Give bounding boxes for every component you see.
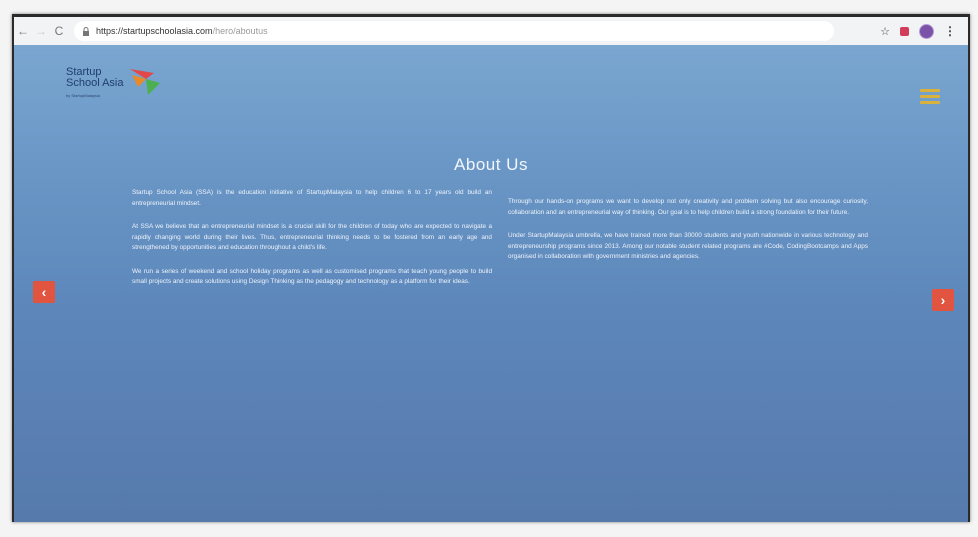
chevron-right-icon: › bbox=[940, 292, 946, 308]
about-paragraph: We run a series of weekend and school ho… bbox=[132, 267, 492, 286]
browser-actions: ☆ ⋮ bbox=[880, 23, 968, 39]
about-paragraph: Startup School Asia (SSA) is the educati… bbox=[132, 189, 492, 207]
back-arrow-icon[interactable]: ← bbox=[14, 24, 32, 38]
url-path: /hero/aboutus bbox=[212, 26, 268, 36]
site-logo[interactable]: Startup School Asia by StartupMalaysia bbox=[66, 63, 176, 109]
address-bar[interactable]: https://startupschoolasia.com/hero/about… bbox=[74, 21, 834, 41]
bookmark-star-icon[interactable]: ☆ bbox=[880, 25, 890, 38]
profile-avatar[interactable] bbox=[919, 23, 934, 39]
about-paragraph: At SSA we believe that an entrepreneuria… bbox=[132, 223, 492, 251]
browser-menu-icon[interactable]: ⋮ bbox=[944, 24, 956, 38]
logo-tagline: by StartupMalaysia bbox=[66, 93, 101, 98]
about-right-column: Through our hands-on programs we want to… bbox=[508, 197, 868, 276]
about-paragraph: Under StartupMalaysia umbrella, we have … bbox=[508, 232, 868, 260]
extension-icon[interactable] bbox=[900, 26, 909, 36]
logo-line2: School Asia bbox=[66, 77, 124, 89]
page-title: About Us bbox=[454, 155, 528, 174]
logo-mark-icon bbox=[130, 69, 160, 95]
chevron-left-icon: ‹ bbox=[41, 284, 47, 300]
reload-icon[interactable]: C bbox=[50, 24, 68, 38]
forward-arrow-icon[interactable]: → bbox=[32, 24, 50, 38]
browser-toolbar: ← → C https://startupschoolasia.com/hero… bbox=[14, 17, 968, 45]
url-domain: https://startupschoolasia.com bbox=[96, 26, 213, 36]
lock-icon bbox=[82, 27, 90, 36]
carousel-next-button[interactable]: › bbox=[932, 289, 954, 311]
hamburger-menu-icon[interactable] bbox=[920, 89, 940, 105]
about-left-column: Startup School Asia (SSA) is the educati… bbox=[132, 188, 492, 301]
carousel-prev-button[interactable]: ‹ bbox=[33, 281, 55, 303]
about-paragraph: Through our hands-on programs we want to… bbox=[508, 198, 868, 216]
web-page: Startup School Asia by StartupMalaysia A… bbox=[14, 45, 968, 522]
logo-text: Startup School Asia bbox=[66, 67, 123, 89]
url-text: https://startupschoolasia.com/hero/about… bbox=[96, 26, 268, 36]
